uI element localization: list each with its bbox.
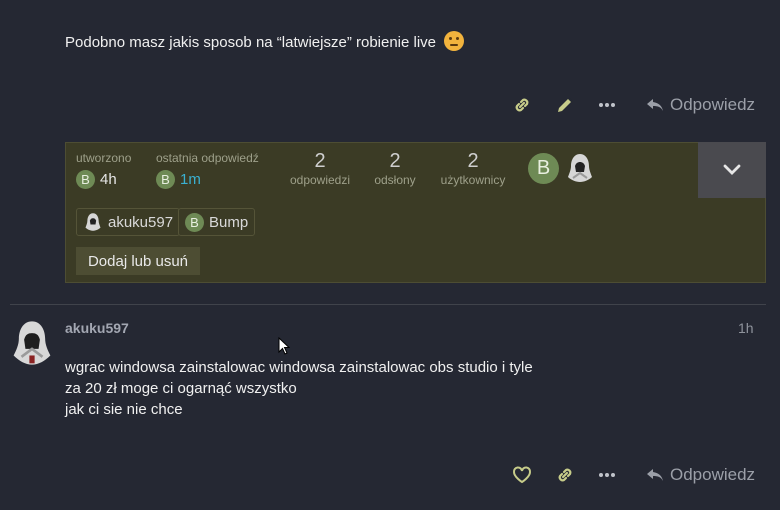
chevron-down-icon [723, 164, 741, 175]
ellipsis-icon [599, 473, 615, 477]
replies-count: 2 [314, 150, 326, 172]
replies-label: odpowiedzi [289, 173, 351, 187]
avatar-participant-akuku597[interactable] [564, 152, 596, 184]
post-1-text: Podobno masz jakis sposob na “latwiejsze… [65, 34, 437, 51]
last-reply-label: ostatnia odpowiedź [156, 151, 259, 165]
chip-label: Bump [209, 213, 249, 231]
participant-chip-akuku597[interactable]: akuku597 [76, 208, 181, 236]
avatar-participant-b[interactable]: B [528, 153, 559, 184]
copy-link-button[interactable] [555, 465, 575, 485]
reply-button-post-2[interactable]: Odpowiedz [646, 465, 755, 485]
participant-chip-bump[interactable]: B Bump [178, 208, 256, 236]
chip-label: akuku597 [108, 213, 174, 231]
views-label: odsłony [374, 173, 416, 187]
like-button[interactable] [512, 465, 532, 485]
created-time: 4h [100, 171, 117, 188]
more-options-button[interactable] [597, 465, 617, 485]
post-2-avatar[interactable] [11, 320, 53, 366]
add-remove-button[interactable]: Dodaj lub usuń [76, 247, 200, 275]
post-2-username[interactable]: akuku597 [65, 320, 129, 336]
replies-stat: 2 odpowiedzi [284, 150, 356, 187]
users-label: użytkownicy [440, 173, 506, 187]
users-count: 2 [467, 150, 479, 172]
assassin-avatar-icon [85, 213, 101, 231]
post-2-time[interactable]: 1h [738, 320, 754, 336]
last-reply-info[interactable]: B 1m [156, 170, 201, 189]
reply-button-post-1[interactable]: Odpowiedz [646, 95, 755, 115]
views-stat: 2 odsłony [362, 150, 428, 187]
reply-label: Odpowiedz [670, 465, 756, 484]
users-stat: 2 użytkownicy [434, 150, 512, 187]
link-icon [558, 468, 572, 482]
views-count: 2 [389, 150, 401, 172]
reply-label: Odpowiedz [670, 95, 756, 114]
ellipsis-icon [599, 103, 615, 107]
created-label: utworzono [76, 151, 132, 165]
post-2-line: jak ci sie nie chce [65, 401, 183, 418]
assassin-avatar-icon [568, 154, 592, 182]
heart-icon [513, 466, 531, 484]
post-1-body: Podobno masz jakis sposob na “latwiejsze… [65, 31, 465, 51]
assassin-avatar-icon [13, 321, 51, 365]
pencil-icon [558, 97, 573, 112]
link-icon [515, 98, 529, 112]
more-options-button[interactable] [597, 95, 617, 115]
expand-topic-map-button[interactable] [698, 142, 766, 198]
post-2-body: wgrac windowsa zainstalowac windowsa zai… [65, 357, 533, 420]
reply-arrow-icon [647, 469, 663, 481]
mouse-cursor-icon [278, 337, 290, 355]
avatar: B [156, 170, 175, 189]
avatar: B [185, 212, 204, 232]
reply-arrow-icon [647, 99, 663, 111]
post-2-line: wgrac windowsa zainstalowac windowsa zai… [65, 359, 533, 376]
post-2-line: za 20 zł moge ci ogarnąć wszystko [65, 380, 297, 397]
post-divider [10, 304, 766, 305]
avatar: B [76, 170, 95, 189]
edit-button[interactable] [555, 95, 575, 115]
copy-link-button[interactable] [512, 95, 532, 115]
last-reply-time: 1m [180, 171, 201, 188]
created-info[interactable]: B 4h [76, 170, 117, 189]
thinking-face-icon [444, 31, 465, 51]
